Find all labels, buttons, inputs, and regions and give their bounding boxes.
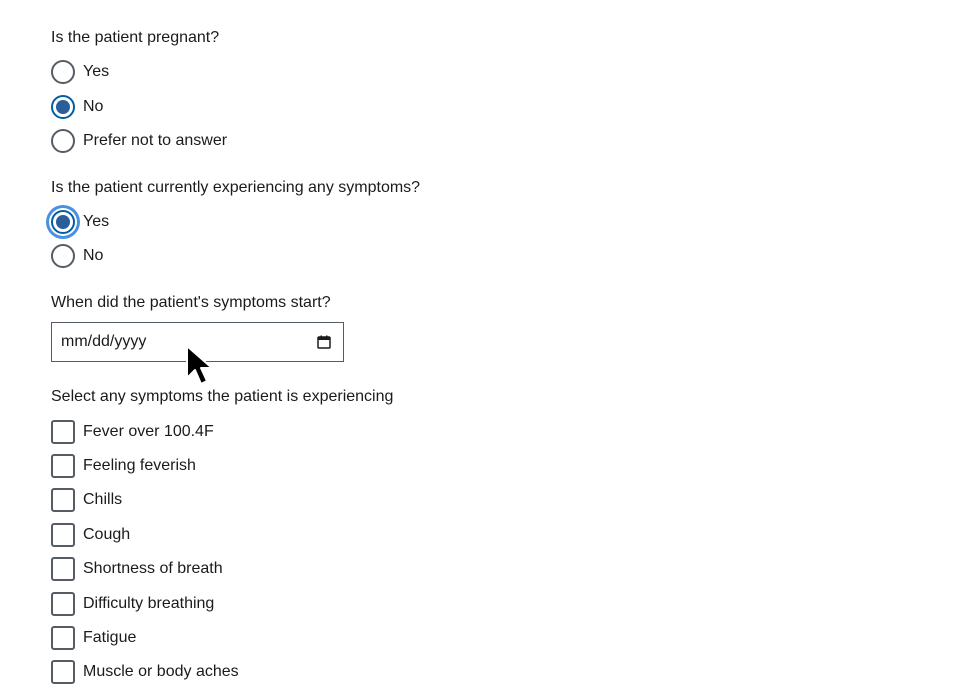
symptom-checkbox-chills[interactable]: [51, 488, 75, 512]
symptom-label-chills: Chills: [83, 491, 123, 508]
symptom-label-fatigue: Fatigue: [83, 629, 137, 646]
symptom-label-fever: Fever over 100.4F: [83, 423, 214, 440]
date-placeholder: mm/dd/yyyy: [61, 333, 147, 350]
symptom-checkbox-fever[interactable]: [51, 420, 75, 444]
symptoms-option-yes[interactable]: Yes: [51, 210, 109, 234]
symptom-checkbox-cough[interactable]: [51, 523, 75, 547]
symptom-label-cough: Cough: [83, 526, 131, 543]
symptom-checkbox-difficulty-breathing[interactable]: [51, 592, 75, 616]
symptom-option-difficulty-breathing[interactable]: Difficulty breathing: [51, 592, 214, 616]
symptom-option-muscle-aches[interactable]: Muscle or body aches: [51, 660, 239, 684]
symptom-option-chills[interactable]: Chills: [51, 488, 122, 512]
symptom-option-cough[interactable]: Cough: [51, 523, 130, 547]
calendar-icon[interactable]: [317, 335, 331, 349]
symptom-option-shortness-of-breath[interactable]: Shortness of breath: [51, 557, 223, 581]
pregnant-radio-no[interactable]: [51, 95, 75, 119]
pregnant-option-yes-label: Yes: [83, 63, 110, 80]
symptoms-radio-yes[interactable]: [51, 210, 75, 234]
pregnant-radio-yes[interactable]: [51, 60, 75, 84]
patient-form: Is the patient pregnant? Yes No Prefer n…: [0, 0, 960, 693]
symptom-label-shortness-of-breath: Shortness of breath: [83, 560, 223, 577]
pregnant-option-prefer-not[interactable]: Prefer not to answer: [51, 129, 227, 153]
symptom-checkbox-fatigue[interactable]: [51, 626, 75, 650]
symptom-label-feverish: Feeling feverish: [83, 457, 196, 474]
symptom-label-muscle-aches: Muscle or body aches: [83, 663, 239, 680]
symptom-option-feverish[interactable]: Feeling feverish: [51, 454, 196, 478]
pregnant-radio-prefer-not[interactable]: [51, 129, 75, 153]
symptom-list-question: Select any symptoms the patient is exper…: [51, 388, 394, 405]
symptoms-option-no[interactable]: No: [51, 244, 103, 268]
symptoms-option-no-label: No: [83, 247, 104, 264]
symptoms-option-yes-label: Yes: [83, 213, 110, 230]
symptoms-present-question: Is the patient currently experiencing an…: [51, 179, 421, 196]
symptom-checkbox-feverish[interactable]: [51, 454, 75, 478]
symptom-option-fever[interactable]: Fever over 100.4F: [51, 420, 214, 444]
symptom-option-fatigue[interactable]: Fatigue: [51, 626, 136, 650]
pregnant-option-prefer-not-label: Prefer not to answer: [83, 132, 228, 149]
pregnant-option-no[interactable]: No: [51, 95, 103, 119]
pregnant-question: Is the patient pregnant?: [51, 29, 220, 46]
symptom-label-difficulty-breathing: Difficulty breathing: [83, 595, 215, 612]
symptom-checkbox-muscle-aches[interactable]: [51, 660, 75, 684]
symptom-onset-question: When did the patient's symptoms start?: [51, 294, 331, 311]
symptom-checkbox-shortness-of-breath[interactable]: [51, 557, 75, 581]
pregnant-option-no-label: No: [83, 98, 104, 115]
symptom-onset-date-input[interactable]: mm/dd/yyyy: [51, 322, 344, 362]
symptoms-radio-no[interactable]: [51, 244, 75, 268]
pregnant-option-yes[interactable]: Yes: [51, 60, 109, 84]
